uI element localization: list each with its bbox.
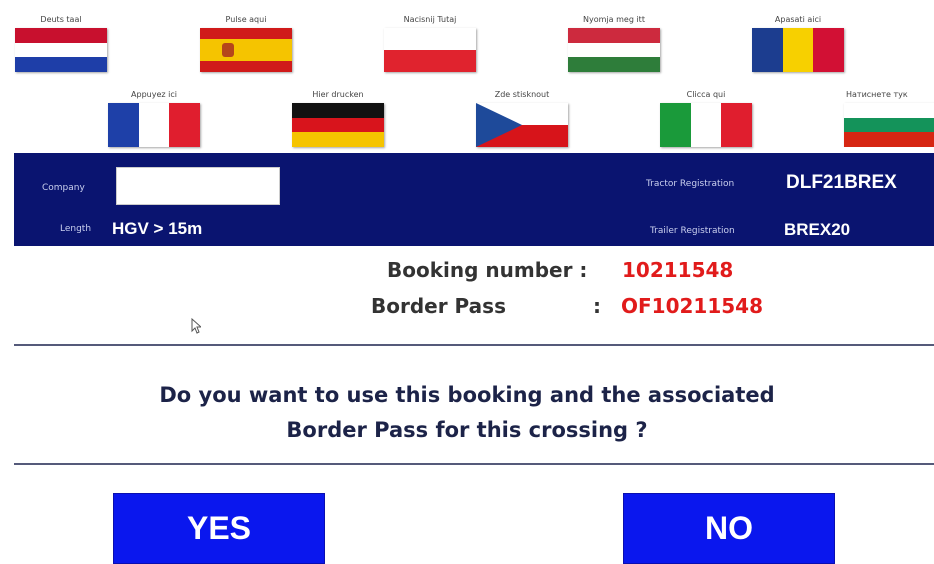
border-pass-colon: : xyxy=(593,294,601,318)
language-caption: Apasati aici xyxy=(774,15,822,24)
italy-flag-icon[interactable] xyxy=(660,103,752,147)
language-italian[interactable]: Clicca qui xyxy=(656,89,756,147)
spain-flag-icon[interactable] xyxy=(200,28,292,72)
confirmation-question: Do you want to use this booking and the … xyxy=(0,378,934,448)
question-line-2: Border Pass for this crossing ? xyxy=(286,418,648,442)
language-caption: Deuts taal xyxy=(40,15,82,24)
bulgaria-flag-icon[interactable] xyxy=(844,103,934,147)
language-czech[interactable]: Zde stisknout xyxy=(472,89,572,147)
divider-bottom xyxy=(14,463,934,465)
booking-number-value: 10211548 xyxy=(622,258,734,282)
tractor-registration-label: Tractor Registration xyxy=(646,179,735,189)
czech-flag-icon[interactable] xyxy=(476,103,568,147)
france-flag-icon[interactable] xyxy=(108,103,200,147)
vehicle-info-panel: Company Length HGV > 15m Tractor Registr… xyxy=(14,153,934,246)
border-pass-value: OF10211548 xyxy=(621,294,763,318)
mouse-cursor-icon xyxy=(191,318,201,334)
language-caption: Zde stisknout xyxy=(494,90,550,99)
language-bulgarian[interactable]: Натиснете тук xyxy=(840,89,934,147)
language-caption: Pulse aqui xyxy=(225,15,267,24)
hungary-flag-icon[interactable] xyxy=(568,28,660,72)
language-caption: Clicca qui xyxy=(686,90,726,99)
language-dutch[interactable]: Deuts taal xyxy=(11,14,111,72)
language-caption: Appuyez ici xyxy=(131,90,177,99)
border-pass-label: Border Pass xyxy=(371,294,506,318)
no-button[interactable]: NO xyxy=(623,493,835,564)
language-polish[interactable]: Nacisnij Tutaj xyxy=(380,14,480,72)
language-caption: Nyomja meg itt xyxy=(583,15,645,24)
language-hungarian[interactable]: Nyomja meg itt xyxy=(564,14,664,72)
divider-top xyxy=(14,344,934,346)
language-german[interactable]: Hier drucken xyxy=(288,89,388,147)
yes-button[interactable]: YES xyxy=(113,493,325,564)
poland-flag-icon[interactable] xyxy=(384,28,476,72)
czech-flag-triangle xyxy=(476,103,522,147)
language-french[interactable]: Appuyez ici xyxy=(104,89,204,147)
trailer-registration-value: BREX20 xyxy=(784,220,851,239)
tractor-registration-value: DLF21BREX xyxy=(786,172,897,193)
language-caption: Натиснете тук xyxy=(846,90,908,99)
language-caption: Hier drucken xyxy=(312,90,364,99)
length-value: HGV > 15m xyxy=(112,219,203,238)
trailer-registration-label: Trailer Registration xyxy=(650,226,735,236)
language-spanish[interactable]: Pulse aqui xyxy=(196,14,296,72)
germany-flag-icon[interactable] xyxy=(292,103,384,147)
language-caption: Nacisnij Tutaj xyxy=(403,15,457,24)
question-line-1: Do you want to use this booking and the … xyxy=(159,383,775,407)
booking-number-label: Booking number : xyxy=(387,258,588,282)
booking-confirmation-screen: Deuts taal Pulse aqui Nacisnij Tutaj Nyo… xyxy=(0,0,934,564)
company-input[interactable] xyxy=(116,167,280,205)
length-label: Length xyxy=(60,224,92,234)
romania-flag-icon[interactable] xyxy=(752,28,844,72)
language-romanian[interactable]: Apasati aici xyxy=(748,14,848,72)
netherlands-flag-icon[interactable] xyxy=(15,28,107,72)
company-label: Company xyxy=(42,183,85,193)
